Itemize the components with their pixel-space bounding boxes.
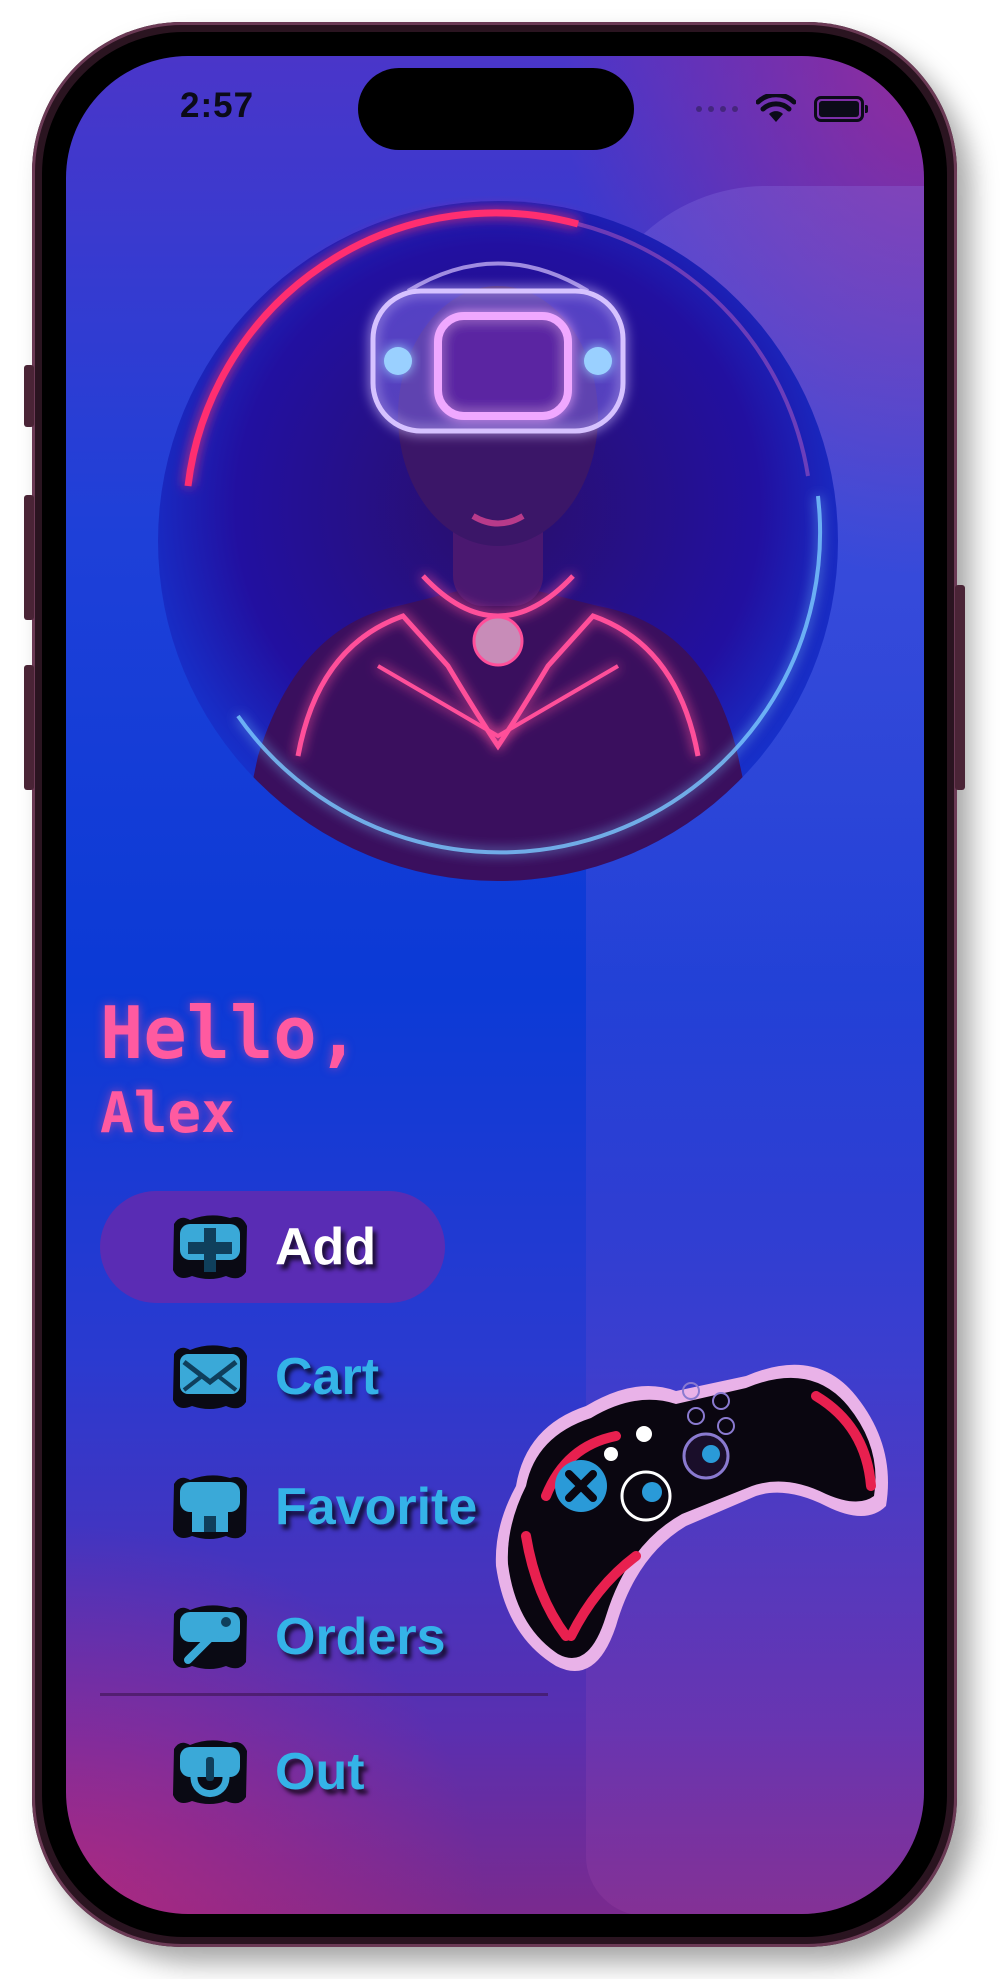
menu-item-favorite[interactable]: Favorite xyxy=(100,1451,477,1563)
home-indicator xyxy=(351,1893,639,1902)
menu-divider xyxy=(100,1693,548,1696)
menu-label-favorite: Favorite xyxy=(275,1478,478,1536)
dynamic-island xyxy=(358,68,634,150)
menu-label-logout: Out xyxy=(275,1743,365,1801)
wifi-icon xyxy=(756,94,796,122)
volume-down-button xyxy=(24,665,34,790)
battery-icon xyxy=(814,96,868,122)
envelope-icon xyxy=(170,1342,250,1412)
power-icon xyxy=(170,1737,250,1807)
status-time: 2:57 xyxy=(180,86,255,125)
menu-label-orders: Orders xyxy=(275,1608,446,1666)
menu-item-logout[interactable]: Out xyxy=(100,1716,445,1828)
gamepad-icon xyxy=(486,1336,906,1696)
volume-up-button xyxy=(24,495,34,620)
menu-item-orders[interactable]: Orders xyxy=(100,1581,446,1693)
menu-item-add[interactable]: Add xyxy=(100,1191,445,1303)
action-button xyxy=(24,365,34,427)
user-name: Alex xyxy=(100,1081,235,1146)
power-side-button xyxy=(955,585,965,790)
wrench-icon xyxy=(170,1602,250,1672)
app-screen: 2:57 Hello, Alex Add Cart Favorite Order… xyxy=(66,56,924,1914)
home-icon xyxy=(170,1472,250,1542)
menu-label-add: Add xyxy=(275,1218,377,1276)
greeting-text: Hello, xyxy=(100,991,361,1075)
menu-item-cart[interactable]: Cart xyxy=(100,1321,445,1433)
avatar[interactable] xyxy=(148,196,848,896)
vr-headset-avatar-icon xyxy=(158,201,838,881)
signal-dots-icon xyxy=(696,106,738,112)
menu-label-cart: Cart xyxy=(275,1348,380,1406)
plus-icon xyxy=(170,1212,250,1282)
status-icons xyxy=(696,94,868,124)
